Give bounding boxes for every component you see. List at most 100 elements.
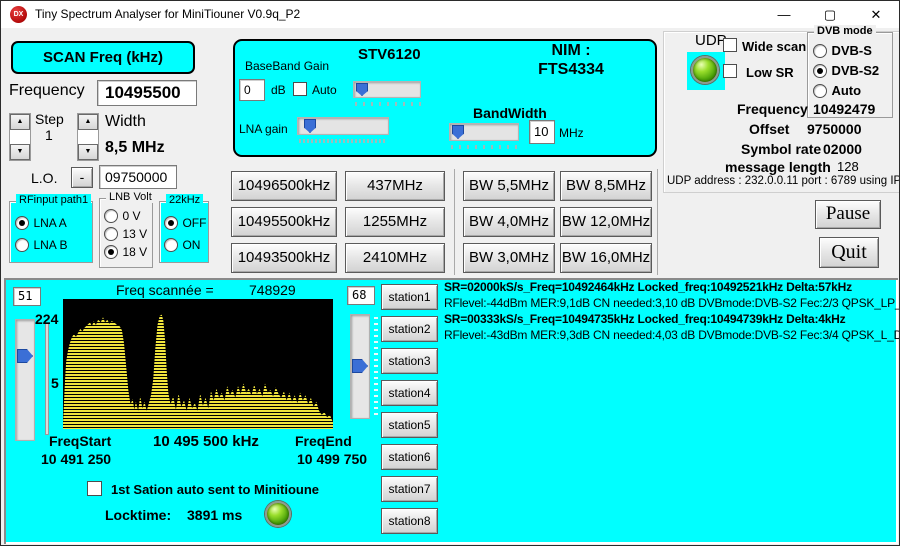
band-button-1255[interactable]: 1255MHz	[345, 207, 445, 237]
scan-freq-button[interactable]: SCAN Freq (kHz)	[11, 41, 195, 74]
auto-checkbox-label: Auto	[312, 83, 337, 97]
wide-scan-checkbox[interactable]	[723, 38, 737, 52]
radio-lna-a[interactable]: LNA A	[15, 214, 67, 232]
station6-button[interactable]: station6	[381, 444, 438, 470]
khz22-group: 22kHz OFF ON	[159, 201, 209, 263]
radio-22khz-on-label: ON	[182, 238, 200, 252]
bw-button-160[interactable]: BW 16,0MHz	[560, 243, 652, 273]
status-line-3: SR=00333kS/s_Freq=10494735kHz Locked_fre…	[444, 312, 845, 326]
freq-preset-button-3[interactable]: 10493500kHz	[231, 243, 337, 273]
radio-18v[interactable]: 18 V	[104, 243, 147, 261]
step-up-icon[interactable]: ▲	[10, 114, 30, 130]
radio-18v-icon	[104, 245, 118, 259]
baseband-gain-input[interactable]: 0	[239, 79, 265, 101]
baseband-gain-slider[interactable]	[353, 81, 421, 98]
radio-22khz-on-icon	[164, 238, 178, 252]
window-title: Tiny Spectrum Analyser for MiniTiouner V…	[35, 7, 300, 21]
radio-dvb-auto[interactable]: Auto	[813, 82, 861, 100]
radio-dvb-s2[interactable]: DVB-S2	[813, 62, 879, 80]
freq-preset-button-2[interactable]: 10495500kHz	[231, 207, 337, 237]
station1-button[interactable]: station1	[381, 284, 438, 310]
width-spinner: ▲ ▼	[77, 113, 99, 161]
frequency-input[interactable]: 10495500	[97, 80, 197, 106]
station4-button[interactable]: station4	[381, 380, 438, 406]
bandwidth-slider[interactable]	[449, 123, 519, 141]
udp-led-tile	[687, 52, 725, 90]
left-gain-input[interactable]: 51	[13, 287, 41, 306]
lna-gain-slider[interactable]	[297, 117, 389, 135]
radio-0v[interactable]: 0 V	[104, 207, 140, 225]
bw-button-120[interactable]: BW 12,0MHz	[560, 207, 652, 237]
minimize-icon[interactable]: —	[761, 1, 807, 28]
lnb-volt-group: LNB Volt 0 V 13 V 18 V	[99, 198, 153, 268]
bw-button-85[interactable]: BW 8,5MHz	[560, 171, 652, 201]
bw-button-30[interactable]: BW 3,0MHz	[463, 243, 555, 273]
udp-symbol-rate-label: Symbol rate	[741, 141, 821, 157]
left-gain-slider[interactable]	[15, 319, 35, 441]
lo-minus-button[interactable]: -	[71, 167, 93, 188]
quit-button[interactable]: Quit	[819, 237, 879, 268]
udp-led-icon	[691, 56, 719, 84]
right-gain-slider-ticks	[374, 317, 378, 417]
width-label: Width	[105, 113, 146, 131]
right-gain-input[interactable]: 68	[347, 286, 375, 305]
freq-preset-button-1[interactable]: 10496500kHz	[231, 171, 337, 201]
frequency-label: Frequency	[9, 82, 85, 100]
spectrum-display	[63, 299, 333, 429]
right-gain-slider-thumb[interactable]	[352, 359, 368, 373]
auto-send-checkbox[interactable]	[87, 481, 102, 496]
divider	[454, 169, 455, 275]
bandwidth-input[interactable]: 10	[529, 120, 555, 144]
db-label: dB	[271, 83, 286, 97]
freq-scanned-label: Freq scannée =	[116, 282, 214, 298]
radio-13v-icon	[104, 227, 118, 241]
freq-end-label: FreqEnd	[295, 433, 352, 449]
chip-label: STV6120	[358, 46, 421, 63]
baseband-gain-slider-thumb[interactable]	[356, 83, 368, 96]
low-sr-label: Low SR	[746, 65, 794, 80]
radio-22khz-on[interactable]: ON	[164, 236, 200, 254]
radio-22khz-off[interactable]: OFF	[164, 214, 206, 232]
radio-22khz-off-label: OFF	[182, 216, 206, 230]
pause-button[interactable]: Pause	[815, 200, 881, 229]
station7-button[interactable]: station7	[381, 476, 438, 502]
band-button-437[interactable]: 437MHz	[345, 171, 445, 201]
radio-lna-a-icon	[15, 216, 29, 230]
lo-input[interactable]: 09750000	[99, 165, 177, 189]
rf-input-title: RFinput path1	[16, 194, 91, 206]
station3-button[interactable]: station3	[381, 348, 438, 374]
radio-18v-label: 18 V	[122, 245, 147, 259]
maximize-icon[interactable]: ▢	[807, 1, 853, 28]
band-button-2410[interactable]: 2410MHz	[345, 243, 445, 273]
radio-dvb-auto-icon	[813, 84, 827, 98]
nim-label-line2: FTS4334	[491, 61, 651, 79]
right-gain-slider[interactable]	[350, 314, 370, 419]
lnb-volt-title: LNB Volt	[106, 191, 155, 203]
center-freq-label: 10 495 500 kHz	[153, 433, 259, 450]
spectrum-scanlines	[63, 299, 333, 429]
width-down-icon[interactable]: ▼	[78, 144, 98, 160]
lna-gain-slider-thumb[interactable]	[304, 119, 316, 133]
bandwidth-slider-thumb[interactable]	[452, 125, 464, 139]
station5-button[interactable]: station5	[381, 412, 438, 438]
udp-offset-value: 9750000	[807, 121, 862, 137]
bandwidth-label: BandWidth	[473, 105, 547, 121]
bw-button-40[interactable]: BW 4,0MHz	[463, 207, 555, 237]
station2-button[interactable]: station2	[381, 316, 438, 342]
step-down-icon[interactable]: ▼	[10, 144, 30, 160]
radio-lna-b-label: LNA B	[33, 238, 67, 252]
low-sr-checkbox[interactable]	[723, 64, 737, 78]
app-window: DX Tiny Spectrum Analyser for MiniTioune…	[0, 0, 900, 546]
left-gain-slider-thumb[interactable]	[17, 349, 33, 363]
status-line-2: RFlevel:-44dBm MER:9,1dB CN needed:3,10 …	[444, 296, 900, 310]
freq-end-value: 10 499 750	[297, 451, 367, 467]
radio-13v[interactable]: 13 V	[104, 225, 147, 243]
close-icon[interactable]: ✕	[853, 1, 899, 28]
width-up-icon[interactable]: ▲	[78, 114, 98, 130]
station8-button[interactable]: station8	[381, 508, 438, 534]
radio-lna-b[interactable]: LNA B	[15, 236, 67, 254]
auto-checkbox[interactable]	[293, 82, 307, 96]
radio-dvb-s[interactable]: DVB-S	[813, 42, 872, 60]
bw-button-55[interactable]: BW 5,5MHz	[463, 171, 555, 201]
titlebar: DX Tiny Spectrum Analyser for MiniTioune…	[1, 1, 899, 28]
